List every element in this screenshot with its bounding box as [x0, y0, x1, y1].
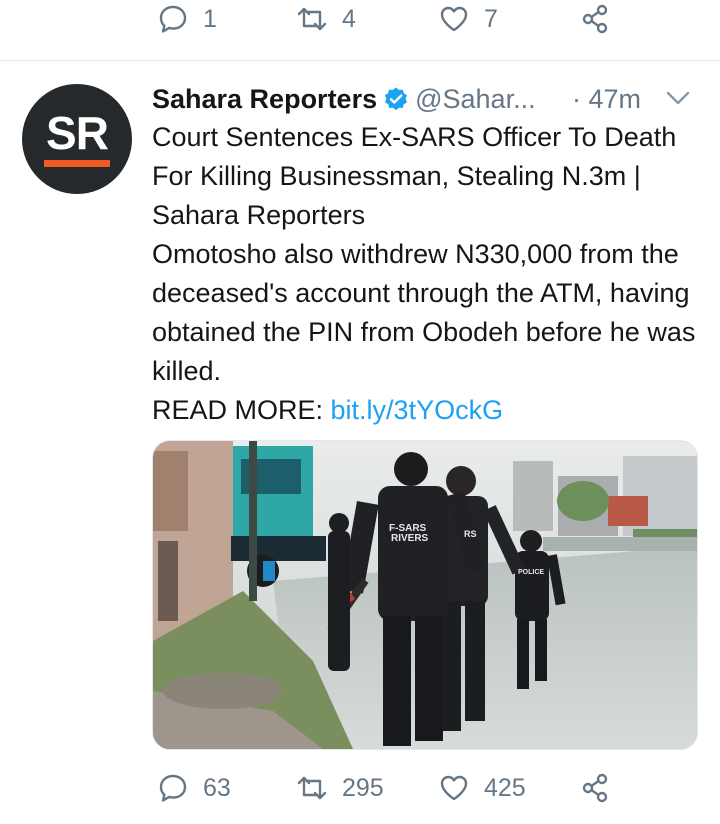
tweet-time[interactable]: · 47m [572, 80, 641, 118]
avatar-logo-bar [44, 160, 110, 167]
like-button[interactable]: 425 [438, 763, 526, 813]
tweet-read-more: READ MORE: bit.ly/3tYOckG [152, 391, 708, 430]
reply-count: 63 [203, 773, 231, 802]
vest-label-front-line-2: RIVERS [391, 533, 429, 544]
vest-label-right: POLICE [518, 569, 544, 576]
share-icon [582, 4, 608, 34]
tweet-body: Omotosho also withdrew N330,000 from the… [152, 239, 696, 386]
reply-button[interactable]: 1 [157, 0, 217, 44]
vest-label-middle: RS [464, 529, 477, 539]
retweet-count: 295 [342, 773, 384, 802]
media-photo-illustration: F-SARS RIVERS RS POLICE [153, 441, 697, 749]
author-name[interactable]: Sahara Reporters [152, 84, 377, 114]
retweet-icon [297, 776, 327, 800]
share-button[interactable] [580, 763, 612, 813]
reply-icon [159, 5, 187, 33]
reply-icon [159, 774, 187, 802]
retweet-button[interactable]: 295 [296, 763, 384, 813]
tweet-text: Court Sentences Ex-SARS Officer To Death… [152, 118, 708, 430]
heart-icon [440, 775, 468, 801]
reply-button[interactable]: 63 [157, 763, 231, 813]
avatar-logo-text: SR [46, 107, 109, 159]
author-handle[interactable]: @Sahar... [415, 84, 535, 114]
retweet-icon [297, 7, 327, 31]
chevron-down-icon[interactable] [666, 90, 690, 106]
verified-badge-icon [384, 87, 408, 111]
like-count: 425 [484, 773, 526, 802]
like-count: 7 [484, 4, 498, 33]
tweet-action-bar: 63 295 425 [0, 763, 720, 813]
read-more-label: READ MORE: [152, 395, 331, 425]
retweet-button[interactable]: 4 [296, 0, 356, 44]
tweet-link[interactable]: bit.ly/3tYOckG [331, 395, 504, 425]
tweet-media-image[interactable]: F-SARS RIVERS RS POLICE [152, 440, 698, 750]
avatar[interactable]: SR [22, 84, 132, 194]
previous-tweet-action-bar: 1 4 7 [0, 0, 720, 44]
like-button[interactable]: 7 [438, 0, 498, 44]
reply-count: 1 [203, 4, 217, 33]
share-button[interactable] [580, 0, 612, 44]
vest-label-front: F-SARS RIVERS [389, 523, 429, 544]
heart-icon [440, 6, 468, 32]
share-icon [582, 773, 608, 803]
retweet-count: 4 [342, 4, 356, 33]
tweet-headline: Court Sentences Ex-SARS Officer To Death… [152, 122, 677, 230]
tweet-divider [0, 60, 720, 61]
